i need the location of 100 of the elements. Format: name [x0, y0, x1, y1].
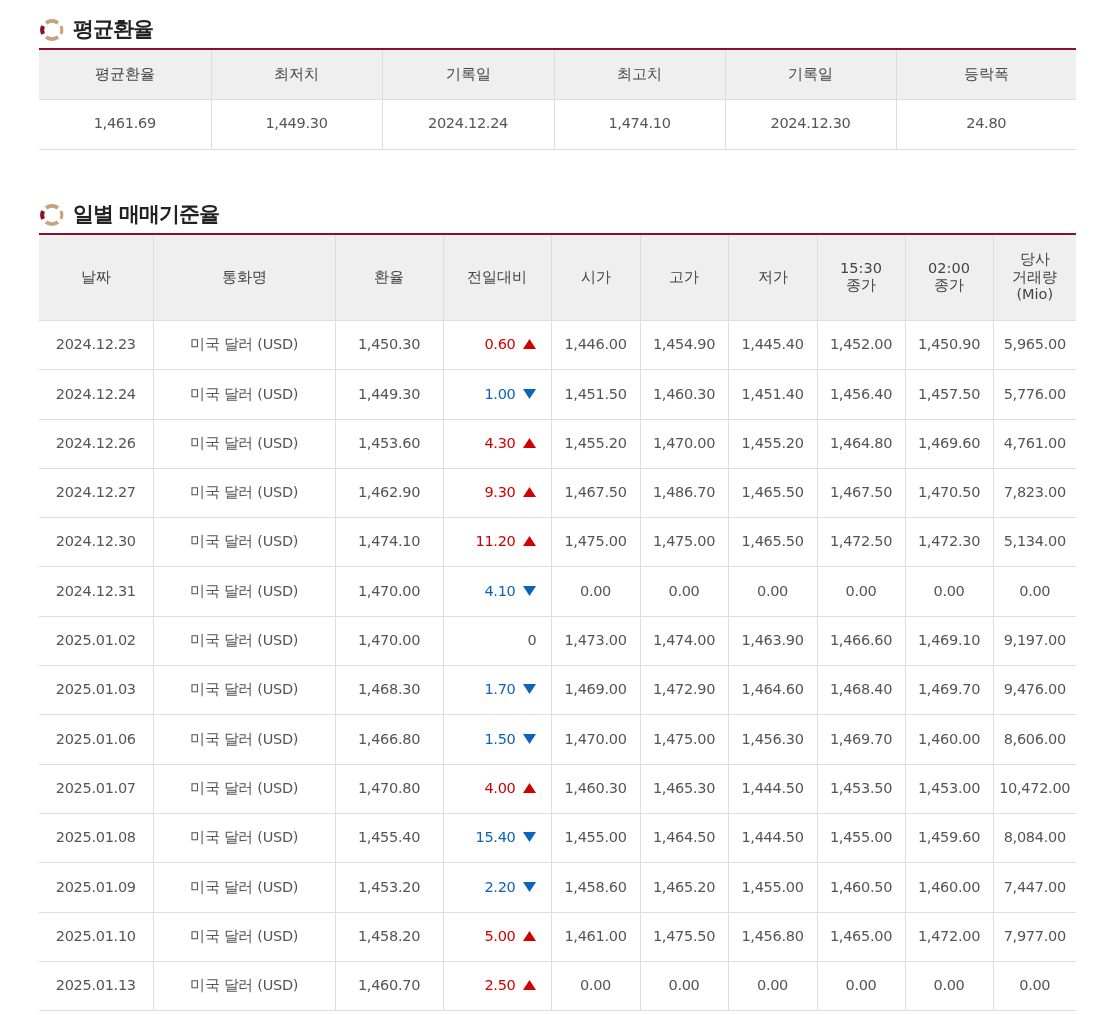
table-cell: 1,454.90 — [640, 320, 728, 370]
table-cell: 1,460.00 — [905, 862, 993, 913]
table-cell: 0.00 — [640, 567, 728, 617]
table-cell: 2024.12.26 — [39, 419, 153, 469]
table-cell: 1,456.40 — [817, 369, 905, 420]
table-cell: 1,455.00 — [728, 862, 817, 913]
table-cell: 1,449.30 — [211, 99, 382, 149]
table-cell: 1,455.20 — [551, 419, 640, 469]
table-cell: 1,463.90 — [728, 616, 817, 666]
table-cell: 1,474.00 — [640, 616, 728, 666]
table-cell: 1,460.70 — [335, 961, 443, 1011]
table-cell: 0.00 — [551, 567, 640, 617]
table-cell: 미국 달러 (USD) — [153, 862, 335, 913]
table-cell: 미국 달러 (USD) — [153, 567, 335, 617]
table-cell: 1,466.60 — [817, 616, 905, 666]
change-cell: 9.30 — [443, 468, 551, 518]
down-triangle-icon — [521, 831, 537, 844]
table-cell: 1,470.80 — [335, 764, 443, 814]
table-cell: 미국 달러 (USD) — [153, 961, 335, 1011]
section-title: 일별 매매기준율 — [73, 200, 220, 228]
table-cell: 1,461.69 — [39, 99, 211, 149]
table-cell: 2024.12.23 — [39, 320, 153, 370]
table-cell: 1,472.00 — [905, 912, 993, 962]
table-cell: 1,469.10 — [905, 616, 993, 666]
table-cell: 1,467.50 — [817, 468, 905, 518]
table-cell: 미국 달러 (USD) — [153, 517, 335, 567]
table-cell: 0.00 — [551, 961, 640, 1011]
table-cell: 1,472.90 — [640, 665, 728, 715]
table-cell: 1,462.90 — [335, 468, 443, 518]
table-cell: 1,470.00 — [640, 419, 728, 469]
table-cell: 1,456.80 — [728, 912, 817, 962]
column-header: 시가 — [551, 233, 640, 321]
change-cell: 1.50 — [443, 714, 551, 765]
table-cell: 1,465.00 — [817, 912, 905, 962]
table-cell: 1,460.50 — [817, 862, 905, 913]
table-cell: 1,453.20 — [335, 862, 443, 913]
table-cell: 1,486.70 — [640, 468, 728, 518]
table-cell: 2024.12.27 — [39, 468, 153, 518]
table-cell: 2025.01.06 — [39, 714, 153, 765]
table-cell: 미국 달러 (USD) — [153, 714, 335, 765]
table-cell: 1,450.30 — [335, 320, 443, 370]
table-cell: 1,468.40 — [817, 665, 905, 715]
column-header: 기록일 — [725, 49, 896, 99]
table-cell: 1,464.80 — [817, 419, 905, 469]
table-cell: 1,470.00 — [335, 567, 443, 617]
table-cell: 2024.12.24 — [39, 369, 153, 420]
change-cell: 11.20 — [443, 517, 551, 567]
table-cell: 1,469.70 — [905, 665, 993, 715]
table-cell: 미국 달러 (USD) — [153, 419, 335, 469]
table-cell: 1,466.80 — [335, 714, 443, 765]
up-triangle-icon — [521, 486, 537, 499]
column-header: 평균환율 — [39, 49, 211, 99]
table-cell: 1,444.50 — [728, 813, 817, 863]
ring-icon — [39, 201, 65, 228]
up-triangle-icon — [521, 535, 537, 548]
column-header: 기록일 — [382, 49, 554, 99]
table-cell: 2025.01.07 — [39, 764, 153, 814]
column-header: 환율 — [335, 233, 443, 321]
column-header: 저가 — [728, 233, 817, 321]
section-title: 평균환율 — [73, 16, 153, 44]
down-triangle-icon — [521, 387, 537, 400]
column-header: 당사 거래량 (Mio) — [993, 233, 1076, 321]
table-cell: 1,453.00 — [905, 764, 993, 814]
change-cell: 4.10 — [443, 567, 551, 617]
table-cell: 1,453.60 — [335, 419, 443, 469]
table-cell: 1,469.00 — [551, 665, 640, 715]
table-cell: 1,475.00 — [551, 517, 640, 567]
table-cell: 1,458.60 — [551, 862, 640, 913]
table-cell: 2025.01.13 — [39, 961, 153, 1011]
table-cell: 1,459.60 — [905, 813, 993, 863]
column-header: 15:30 종가 — [817, 233, 905, 321]
table-cell: 1,473.00 — [551, 616, 640, 666]
table-cell: 1,460.00 — [905, 714, 993, 765]
table-cell: 1,460.30 — [551, 764, 640, 814]
table-cell: 2025.01.02 — [39, 616, 153, 666]
table-cell: 1,458.20 — [335, 912, 443, 962]
table-cell: 0.00 — [640, 961, 728, 1011]
table-cell: 1,457.50 — [905, 369, 993, 420]
change-cell: 15.40 — [443, 813, 551, 863]
change-cell: 0 — [443, 616, 551, 666]
table-cell: 1,465.50 — [728, 468, 817, 518]
change-cell: 1.00 — [443, 369, 551, 420]
table-cell: 1,475.50 — [640, 912, 728, 962]
table-cell: 2024.12.30 — [39, 517, 153, 567]
change-cell: 5.00 — [443, 912, 551, 962]
up-triangle-icon — [521, 781, 537, 794]
table-cell: 1,461.00 — [551, 912, 640, 962]
table-cell: 1,452.00 — [817, 320, 905, 370]
table-cell: 1,469.60 — [905, 419, 993, 469]
table-cell: 1,450.90 — [905, 320, 993, 370]
table-cell: 1,472.50 — [817, 517, 905, 567]
table-cell: 1,470.00 — [551, 714, 640, 765]
table-cell: 2025.01.09 — [39, 862, 153, 913]
change-cell: 2.50 — [443, 961, 551, 1011]
down-triangle-icon — [521, 880, 537, 893]
up-triangle-icon — [521, 979, 537, 992]
table-cell: 1,464.60 — [728, 665, 817, 715]
table-cell: 1,475.00 — [640, 517, 728, 567]
table-cell: 1,444.50 — [728, 764, 817, 814]
change-cell: 4.30 — [443, 419, 551, 469]
